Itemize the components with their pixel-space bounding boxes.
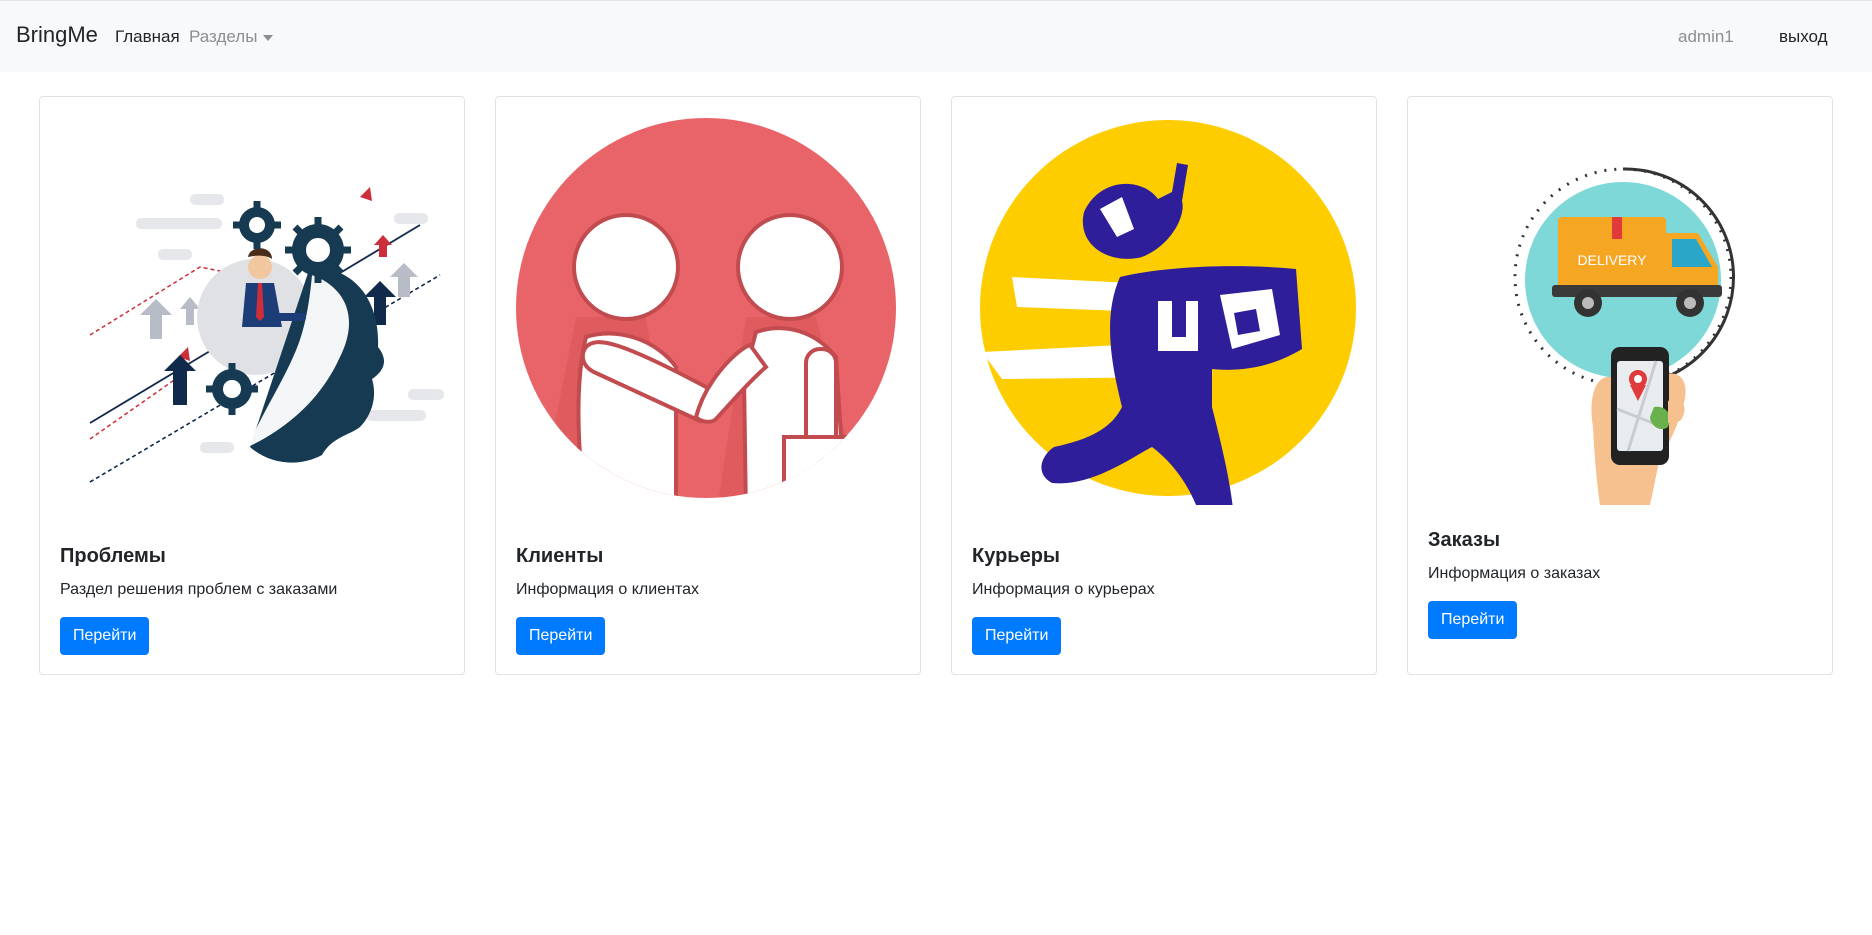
caret-down-icon — [263, 34, 274, 41]
brand-logo[interactable]: BringMe — [16, 22, 98, 48]
card-text: Информация о курьерах — [972, 581, 1155, 598]
card-text: Раздел решения проблем с заказами — [60, 581, 338, 598]
running-courier-illustration — [980, 120, 1356, 505]
go-button-orders[interactable]: Перейти — [1428, 601, 1518, 639]
go-button-problems[interactable]: Перейти — [60, 617, 150, 655]
card-title: Проблемы — [60, 545, 166, 567]
card-title: Курьеры — [972, 545, 1060, 567]
truck-label: DELIVERY — [1578, 252, 1648, 268]
card-title: Клиенты — [516, 545, 604, 567]
card-text: Информация о заказах — [1428, 565, 1601, 582]
go-button-couriers[interactable]: Перейти — [972, 617, 1062, 655]
delivery-truck-phone-illustration: DELIVERY — [1513, 167, 1735, 505]
card-title: Заказы — [1428, 529, 1501, 551]
navbar: BringMe Главная Разделы admin1 выход — [0, 0, 1872, 72]
head-gears-illustration — [89, 187, 444, 483]
nav-sections-label: Разделы — [189, 27, 258, 46]
card-couriers: Курьеры Информация о курьерах Перейти — [951, 96, 1377, 675]
handshake-illustration — [516, 118, 896, 498]
nav-home-link[interactable]: Главная — [115, 27, 180, 47]
nav-sections-dropdown[interactable]: Разделы — [189, 27, 274, 47]
nav-logout-link[interactable]: выход — [1779, 27, 1828, 47]
card-text: Информация о клиентах — [516, 581, 699, 598]
card-problems: Проблемы Раздел решения проблем с заказа… — [39, 96, 465, 675]
nav-user-link[interactable]: admin1 — [1678, 27, 1734, 47]
card-clients: Клиенты Информация о клиентах Перейти — [495, 96, 921, 675]
card-orders: DELIVERY Заказы Информация о заказах Пер… — [1407, 96, 1833, 675]
go-button-clients[interactable]: Перейти — [516, 617, 606, 655]
